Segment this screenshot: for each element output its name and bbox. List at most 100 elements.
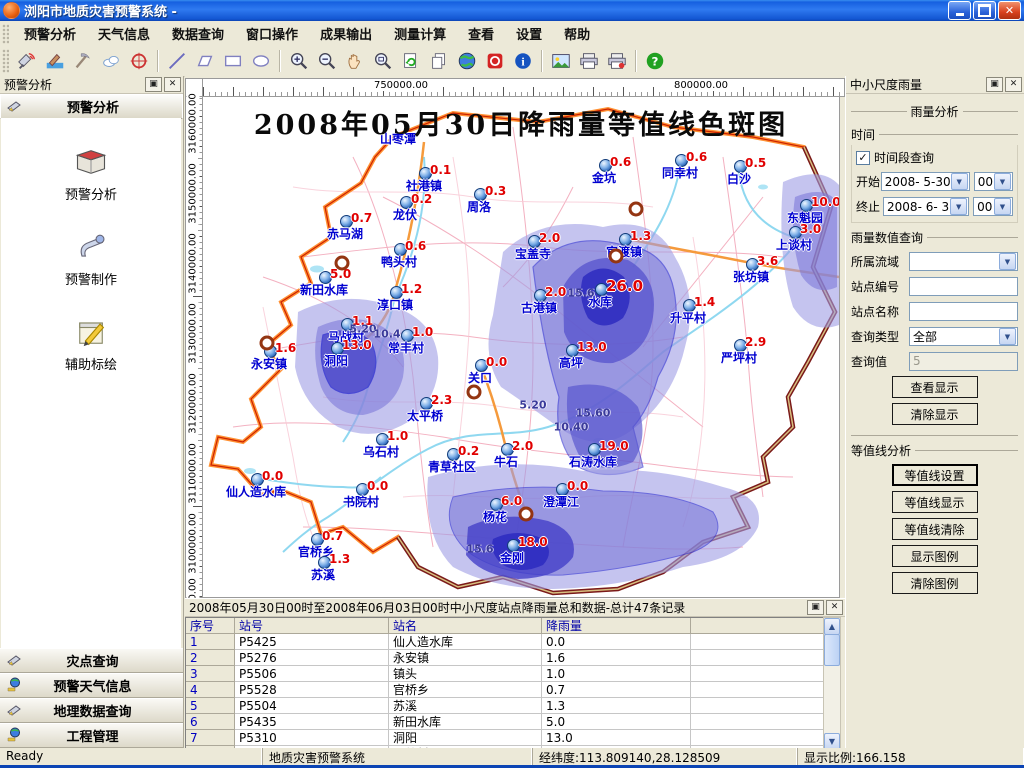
contour-button-default[interactable]: 等值线设置 (892, 464, 978, 486)
pin-icon[interactable]: ▣ (807, 600, 824, 615)
station-value: 0.7 (322, 529, 343, 543)
map-canvas[interactable]: 山枣潭0.1社港镇0.6金坑0.6同幸村0.5白沙0.2龙伏0.3周洛10.0东… (202, 96, 840, 598)
station-value: 19.0 (599, 439, 629, 453)
globe-icon[interactable] (454, 48, 480, 74)
sidebar-tool-2[interactable]: 预警制作 (1, 229, 181, 288)
contour-button-[interactable]: 显示图例 (892, 545, 978, 567)
pin-icon[interactable]: ▣ (986, 77, 1003, 92)
chevron-down-icon[interactable]: ▼ (999, 253, 1016, 270)
contour-button-[interactable]: 等值线显示 (892, 491, 978, 513)
chevron-down-icon[interactable]: ▼ (950, 198, 967, 215)
sidebar-tool-1[interactable]: 预警分析 (1, 144, 181, 203)
menu-drag-handle[interactable] (2, 24, 9, 44)
scroll-up-icon[interactable]: ▲ (824, 618, 840, 635)
end-date-combo[interactable]: 2008- 6- 3 ▼ (883, 197, 969, 216)
close-icon[interactable]: ✕ (826, 600, 843, 615)
globe-doc-icon (0, 726, 24, 745)
ellipse-tool-icon[interactable] (248, 48, 274, 74)
target-icon[interactable] (126, 48, 152, 74)
clear-display-button[interactable]: 清除显示 (892, 403, 978, 425)
table-row[interactable]: 6P5435新田水库5.0 (186, 714, 824, 730)
close-icon[interactable]: ✕ (164, 77, 181, 92)
table-row[interactable]: 3P5506镇头1.0 (186, 666, 824, 682)
table-row[interactable]: 5P5504苏溪1.3 (186, 698, 824, 714)
chevron-down-icon[interactable]: ▼ (999, 328, 1016, 345)
refresh-icon[interactable] (398, 48, 424, 74)
minimize-button[interactable] (948, 1, 971, 20)
globe-doc-icon (0, 676, 24, 695)
station-id-input[interactable] (909, 277, 1018, 296)
station-name: 乌石村 (363, 443, 399, 460)
pick-tool-icon[interactable] (70, 48, 96, 74)
copy-icon[interactable] (426, 48, 452, 74)
basin-combo[interactable]: ▼ (909, 252, 1018, 271)
menu-item-8[interactable]: 设置 (505, 26, 553, 45)
close-icon[interactable]: ✕ (1005, 77, 1022, 92)
table-row[interactable]: 7P5310洞阳13.0 (186, 730, 824, 746)
toolbar-drag-handle[interactable] (2, 49, 9, 73)
chevron-down-icon[interactable]: ▼ (994, 198, 1011, 215)
table-row[interactable]: 1P5425仙人造水库0.0 (186, 634, 824, 650)
station-value: 0.6 (610, 155, 631, 169)
line-tool-icon[interactable] (164, 48, 190, 74)
show-display-button[interactable]: 查看显示 (892, 376, 978, 398)
station-name-label: 站点名称 (851, 303, 909, 320)
end-hour-combo[interactable]: 00 ▼ (973, 197, 1013, 216)
sidebar-group-3[interactable]: 地理数据查询 (0, 698, 183, 723)
start-date-combo[interactable]: 2008- 5-30 ▼ (881, 172, 970, 191)
contour-button-[interactable]: 清除图例 (892, 572, 978, 594)
satellite-icon[interactable] (14, 48, 40, 74)
scrollbar-thumb[interactable] (824, 634, 840, 666)
cloud-icon[interactable] (98, 48, 124, 74)
stop-icon[interactable] (482, 48, 508, 74)
start-hour-combo[interactable]: 00 ▼ (974, 172, 1013, 191)
contour-button-[interactable]: 等值线清除 (892, 518, 978, 540)
station-name-input[interactable] (909, 302, 1018, 321)
flood-analysis-icon[interactable] (42, 48, 68, 74)
table-panel-title: 2008年05月30日00时至2008年06月03日00时中小尺度站点降雨量总和… (185, 599, 807, 616)
help-icon[interactable]: ? (642, 48, 668, 74)
time-range-checkbox[interactable]: ✓ (856, 151, 870, 165)
print-preview-icon[interactable] (604, 48, 630, 74)
sidebar-tool-3[interactable]: 辅助标绘 (1, 314, 181, 373)
query-type-combo[interactable]: 全部 ▼ (909, 327, 1018, 346)
end-label: 终止 (856, 198, 883, 215)
sidebar-group-1[interactable]: 灾点查询 (0, 648, 183, 673)
maximize-button[interactable] (973, 1, 996, 20)
sidebar-group-4[interactable]: 工程管理 (0, 723, 183, 748)
table-row[interactable]: 2P5276永安镇1.6 (186, 650, 824, 666)
image-export-icon[interactable] (548, 48, 574, 74)
station-name: 洞阳 (324, 352, 348, 369)
menu-item-2[interactable]: 天气信息 (87, 26, 161, 45)
chevron-down-icon[interactable]: ▼ (951, 173, 968, 190)
close-button[interactable]: ✕ (998, 1, 1021, 20)
menu-item-5[interactable]: 成果输出 (309, 26, 383, 45)
rectangle-tool-icon[interactable] (220, 48, 246, 74)
menu-item-3[interactable]: 数据查询 (161, 26, 235, 45)
left-panel-group-header[interactable]: 预警分析 (0, 94, 183, 119)
zoom-in-icon[interactable] (286, 48, 312, 74)
pan-icon[interactable] (342, 48, 368, 74)
info-icon[interactable]: i (510, 48, 536, 74)
menu-item-6[interactable]: 测量计算 (383, 26, 457, 45)
menu-item-4[interactable]: 窗口操作 (235, 26, 309, 45)
zoom-out-icon[interactable] (314, 48, 340, 74)
sidebar-group-2[interactable]: 预警天气信息 (0, 673, 183, 698)
table-cell: 仙人造水库 (389, 634, 542, 650)
menu-item-1[interactable]: 预警分析 (13, 26, 87, 45)
pin-icon[interactable]: ▣ (145, 77, 162, 92)
table-row[interactable]: 4P5528官桥乡0.7 (186, 682, 824, 698)
right-panel-header: 中小尺度雨量 ▣ ✕ (846, 76, 1024, 94)
zoom-window-icon[interactable] (370, 48, 396, 74)
table-panel-header: 2008年05月30日00时至2008年06月03日00时中小尺度站点降雨量总和… (185, 599, 845, 617)
menu-item-7[interactable]: 查看 (457, 26, 505, 45)
hand-tool-icon (6, 97, 26, 116)
table-body: 1P5425仙人造水库0.02P5276永安镇1.63P5506镇头1.04P5… (186, 634, 824, 751)
print-icon[interactable] (576, 48, 602, 74)
polygon-tool-icon[interactable] (192, 48, 218, 74)
table-cell: 新田水库 (389, 714, 542, 730)
map-title: 2008年05月30日降雨量等值线色斑图 (203, 103, 839, 142)
menu-item-9[interactable]: 帮助 (553, 26, 601, 45)
table-scrollbar[interactable]: ▲ ▼ (823, 617, 841, 751)
chevron-down-icon[interactable]: ▼ (994, 173, 1011, 190)
